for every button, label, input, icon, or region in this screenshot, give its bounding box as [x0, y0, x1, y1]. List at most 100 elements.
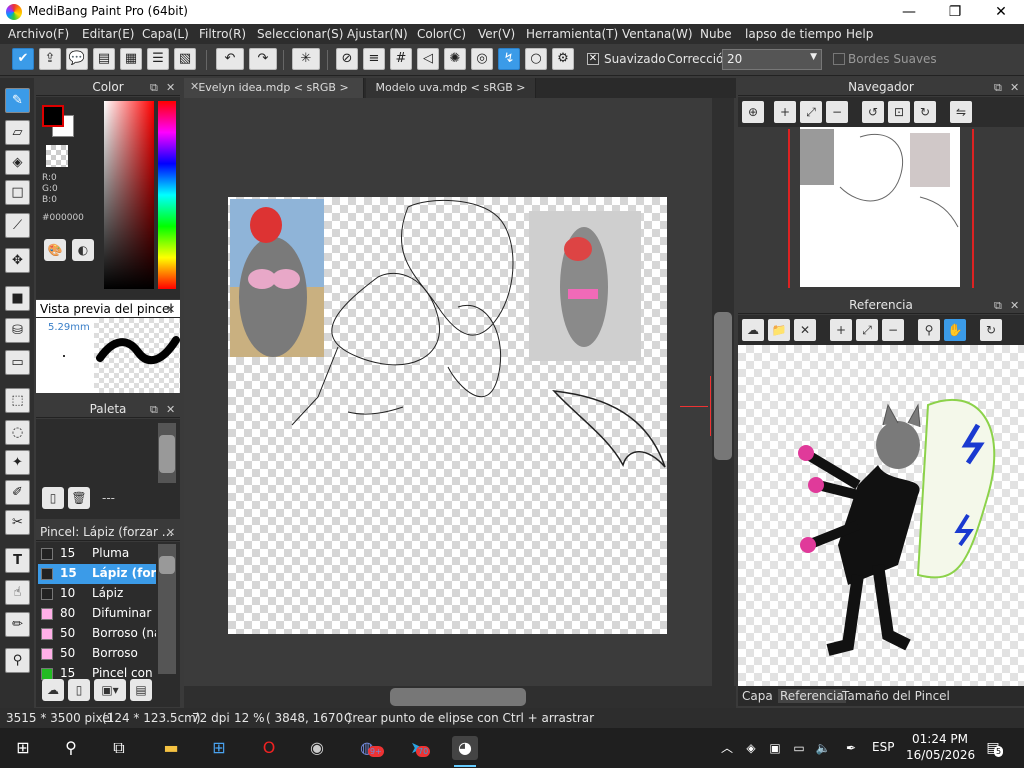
select-pen-icon[interactable]: ✐ [5, 480, 30, 505]
smoothing-checkbox[interactable]: ✕ [587, 53, 599, 65]
divide-tool-icon[interactable]: ✏ [5, 612, 30, 637]
horizontal-scroll-thumb[interactable] [390, 688, 526, 706]
curve-snap-icon[interactable]: ↯ [498, 48, 520, 70]
maximize-button[interactable]: ❐ [932, 0, 978, 24]
redo-icon[interactable]: ↷ [249, 48, 277, 70]
windows-start-icon[interactable]: ⊞ [10, 736, 36, 760]
color-picker-icon[interactable]: ◐ [72, 239, 94, 261]
zoom-in-icon[interactable]: + [830, 319, 852, 341]
new-brush-icon[interactable]: ▯ [68, 679, 90, 701]
reset-view-icon[interactable]: ⊡ [888, 101, 910, 123]
brush-list-item[interactable]: 15 Pluma [38, 544, 156, 564]
perspective-snap-icon[interactable]: ◁ [417, 48, 439, 70]
hand-icon[interactable]: ✋ [944, 319, 966, 341]
popout-icon[interactable]: ⧉ [994, 79, 1002, 97]
palette-scrollbar[interactable] [158, 423, 176, 483]
select-rect-icon[interactable]: ⬚ [5, 388, 30, 413]
parallel-snap-icon[interactable]: ≡ [363, 48, 385, 70]
menu-editar[interactable]: Editar(E) [82, 27, 134, 41]
opera-icon[interactable]: O [256, 736, 282, 760]
select-eraser-icon[interactable]: ✂ [5, 510, 30, 535]
eraser-tool-icon[interactable]: ▱ [5, 120, 30, 145]
cloud-brush-icon[interactable]: ☁ [42, 679, 64, 701]
clipboard-icon[interactable]: ▧ [174, 48, 196, 70]
tab-tamano-pincel[interactable]: Tamaño del Pincel [842, 689, 950, 703]
horizontal-scrollbar[interactable] [184, 686, 736, 708]
brush-list-item[interactable]: 10 Lápiz [38, 584, 156, 604]
circle-snap-icon[interactable]: ◎ [471, 48, 493, 70]
new-palette-icon[interactable]: ▯ [42, 487, 64, 509]
undo-icon[interactable]: ↶ [216, 48, 244, 70]
tab-referencia[interactable]: Referencia [778, 689, 846, 703]
fill-rect-icon[interactable]: ■ [5, 286, 30, 311]
brush-list-item[interactable]: 80 Difuminar [38, 604, 156, 624]
close-icon[interactable]: ✕ [166, 301, 175, 319]
menu-seleccionar[interactable]: Seleccionar(S) [257, 27, 343, 41]
menu-ajustar[interactable]: Ajustar(N) [347, 27, 408, 41]
clock-date[interactable]: 16/05/2026 [906, 748, 975, 762]
cloud-check-icon[interactable]: ✔ [12, 48, 34, 70]
rect-tool-icon[interactable]: □ [5, 180, 30, 205]
vertical-scroll-thumb[interactable] [714, 312, 732, 460]
menu-archivo[interactable]: Archivo(F) [8, 27, 69, 41]
brush-tool-icon[interactable]: ✎ [5, 88, 30, 113]
menu-ventana[interactable]: Ventana(W) [622, 27, 693, 41]
menu-herramienta[interactable]: Herramienta(T) [526, 27, 618, 41]
eyedropper-icon[interactable]: ⚲ [918, 319, 940, 341]
notifications-icon[interactable]: ▤ 5 [980, 736, 1006, 760]
tray-app-icon[interactable]: ◈ [738, 736, 764, 760]
brush-list-scrollbar[interactable] [158, 544, 176, 674]
loading-icon[interactable]: ✳ [292, 48, 320, 70]
layers-list-icon[interactable]: ☰ [147, 48, 169, 70]
file-explorer-icon[interactable]: ▬ [158, 736, 184, 760]
close-tab-icon[interactable]: ✕ [190, 80, 199, 93]
magic-wand-icon[interactable]: ✦ [5, 450, 30, 475]
medibang-taskbar-icon[interactable]: ◕ [452, 736, 478, 760]
zoom-out-icon[interactable]: − [826, 101, 848, 123]
foreground-color[interactable] [42, 105, 64, 127]
eyedropper-icon[interactable]: ⚲ [5, 648, 30, 673]
grid-snap-icon[interactable]: # [390, 48, 412, 70]
share-icon[interactable]: ⇪ [39, 48, 61, 70]
close-icon[interactable]: ✕ [794, 319, 816, 341]
menu-filtro[interactable]: Filtro(R) [199, 27, 246, 41]
canvas-area[interactable] [184, 98, 712, 686]
tab-modelo-uva[interactable]: Modelo uva.mdp < sRGB > [366, 78, 536, 98]
brush-list-item[interactable]: 15 Lápiz (forza [38, 564, 156, 584]
close-icon[interactable]: ✕ [166, 79, 175, 97]
fit-window-icon[interactable]: ⤢ [856, 319, 878, 341]
folder-icon[interactable]: 📁 [768, 319, 790, 341]
menu-color[interactable]: Color(C) [417, 27, 466, 41]
discord-icon[interactable]: ◍ 9+ [354, 736, 384, 760]
gradient-tool-icon[interactable]: ▭ [5, 350, 30, 375]
operation-tool-icon[interactable]: ☝ [5, 580, 30, 605]
text-tool-icon[interactable]: T [5, 548, 30, 573]
flip-icon[interactable]: ⇋ [950, 101, 972, 123]
document-icon[interactable]: ▦ [120, 48, 142, 70]
cloud-upload-icon[interactable]: ☁ [742, 319, 764, 341]
brush-list-item[interactable]: 50 Borroso (nat [38, 624, 156, 644]
menu-lapso[interactable]: lapso de tiempo [745, 27, 842, 41]
navigator-preview[interactable] [738, 127, 1024, 290]
tab-evelyn[interactable]: Evelyn idea.mdp < sRGB > [184, 78, 364, 98]
chevron-up-icon[interactable]: ︿ [714, 736, 740, 760]
gear-icon[interactable]: ⚙ [552, 48, 574, 70]
minimize-button[interactable]: — [886, 0, 932, 24]
camera-icon[interactable]: ▣ [762, 736, 788, 760]
steam-icon[interactable]: ◉ [304, 736, 330, 760]
ellipse-snap-icon[interactable]: ○ [525, 48, 547, 70]
zoom-out-icon[interactable]: − [882, 319, 904, 341]
zoom-in-icon[interactable]: + [774, 101, 796, 123]
no-snap-icon[interactable]: ⊘ [336, 48, 358, 70]
saturation-value-picker[interactable] [104, 101, 154, 289]
vertical-scrollbar[interactable] [712, 98, 734, 686]
delete-palette-icon[interactable]: 🗑 [68, 487, 90, 509]
brush-options-icon[interactable]: ▣▾ [94, 679, 126, 701]
palette-icon[interactable]: 🎨 [44, 239, 66, 261]
tab-capa[interactable]: Capa [742, 689, 773, 703]
line-tool-icon[interactable]: ⟋ [5, 213, 30, 238]
lasso-tool-icon[interactable]: ◌ [5, 420, 30, 445]
store-icon[interactable]: ⊞ [206, 736, 232, 760]
close-icon[interactable]: ✕ [166, 401, 175, 419]
move-tool-icon[interactable]: ✥ [5, 248, 30, 273]
